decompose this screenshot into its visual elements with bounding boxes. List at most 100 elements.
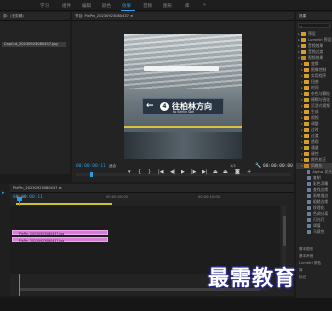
ruler-label: 00:00:05:00	[106, 195, 128, 199]
workspace-bar: 学习 组件 编辑 颜色 效果 音频 图形 库 »	[0, 0, 332, 11]
tab-effects[interactable]: 效果	[122, 3, 131, 9]
go-to-in-icon[interactable]: |◀	[158, 170, 164, 175]
effects-footer: 基本图形基本声音 Lumetri 颜色库标记	[296, 247, 332, 298]
step-back-icon[interactable]: ◀|	[170, 170, 176, 175]
effects-footer-item[interactable]: 标记	[299, 275, 306, 280]
source-panel: 源：(无剪辑) CapCut_20230923080437.jpg	[0, 12, 70, 174]
folder-icon	[304, 110, 309, 114]
watermark: 最需教育	[208, 265, 296, 290]
line-badge: 4	[160, 102, 169, 111]
folder-icon	[301, 56, 306, 60]
tab-editing[interactable]: 编辑	[82, 3, 91, 9]
ruler-label: 00:00:10:00	[198, 195, 220, 199]
folder-icon	[304, 62, 309, 66]
timeline-ruler[interactable]: 00:00 00:00:05:00 00:00:10:00	[10, 195, 294, 203]
effects-search-input[interactable]: ⌕	[298, 23, 330, 29]
folder-icon	[304, 116, 309, 120]
effect-icon	[307, 188, 311, 192]
project-file-row[interactable]: CapCut_20230923080437.jpg	[2, 42, 66, 47]
clip-label: PixPin_20230923080437.jpg	[19, 238, 65, 243]
effects-footer-item[interactable]: 库	[299, 268, 303, 273]
program-timecode[interactable]: 00:00:00:11	[76, 164, 106, 169]
go-to-out-icon[interactable]: ▶|	[202, 170, 208, 175]
tab-libraries[interactable]: 库	[185, 3, 190, 9]
fit-dropdown[interactable]: 适合	[109, 164, 116, 169]
effect-icon	[307, 182, 311, 186]
source-panel-tab[interactable]: 源：(无剪辑)	[3, 14, 24, 19]
folder-icon	[304, 80, 309, 84]
folder-icon	[304, 152, 309, 156]
effect-icon	[307, 194, 311, 198]
project-file-name: CapCut_20230923080437.jpg	[4, 41, 58, 46]
effects-footer-item[interactable]: Lumetri 颜色	[299, 261, 321, 266]
button-editor-icon[interactable]: +	[247, 170, 251, 175]
folder-icon	[304, 86, 309, 90]
effect-icon	[307, 230, 311, 234]
tab-graphics[interactable]: 图形	[163, 3, 172, 9]
effects-footer-item[interactable]: 基本图形	[299, 247, 313, 252]
add-marker-icon[interactable]: ▾	[128, 170, 131, 175]
wrench-icon[interactable]: 🔧	[255, 163, 261, 169]
folder-icon	[304, 146, 309, 150]
extract-icon[interactable]: ⏏	[223, 170, 228, 175]
folder-icon	[304, 104, 309, 108]
source-panel-header: 源：(无剪辑)	[0, 12, 70, 21]
folder-icon	[304, 74, 309, 78]
program-monitor-header: 节目: PixPin_20230923080437 ≡	[72, 12, 294, 21]
timeline-scroll-thumb[interactable]	[282, 216, 286, 246]
folder-icon	[301, 32, 306, 36]
mark-in-icon[interactable]: {	[138, 170, 141, 175]
program-monitor: 节目: PixPin_20230923080437 ≡ ← 4 往柏林方向 to…	[72, 12, 294, 182]
selection-tool-icon[interactable]: ▸	[2, 190, 5, 196]
effect-icon	[307, 212, 311, 216]
search-icon: ⌕	[300, 23, 303, 29]
program-monitor-tab[interactable]: 节目: PixPin_20230923080437 ≡	[75, 14, 133, 19]
effects-panel-header: 效果	[296, 12, 332, 21]
timeline-tab[interactable]: PixPin_20230923080437 ≡	[13, 186, 62, 191]
program-duration: 00:00:00:00	[263, 164, 293, 169]
effects-tree-item[interactable]: 马赛克	[296, 229, 332, 235]
timeline-header: PixPin_20230923080437 ≡	[10, 184, 294, 193]
direction-sign: ← 4 往柏林方向 to Berlin Sbh	[142, 98, 224, 115]
folder-icon	[304, 68, 309, 72]
sign-english-text: to Berlin Sbh	[173, 110, 195, 114]
arrow-left-icon: ←	[146, 101, 154, 111]
platform-edge	[124, 126, 242, 128]
effects-panel-title[interactable]: 效果	[299, 14, 306, 19]
folder-icon	[304, 122, 309, 126]
effect-icon	[307, 200, 311, 204]
folder-icon	[304, 134, 309, 138]
tab-color[interactable]: 颜色	[102, 3, 111, 9]
more-icon[interactable]: »	[203, 2, 206, 8]
folder-icon	[301, 50, 306, 54]
effects-footer-item[interactable]: 基本声音	[299, 254, 313, 259]
scrub-playhead[interactable]	[90, 172, 93, 177]
ceiling-slats	[124, 34, 242, 89]
effect-icon	[307, 218, 311, 222]
clip-v2[interactable]: PixPin_20230923080437.jpg	[12, 230, 108, 236]
tab-audio[interactable]: 音频	[143, 3, 152, 9]
effects-panel: 效果 ⌕ ▸ 预设 ▸ Lumetri 预设 ▸ 音频效果 ▸ 音频过渡 ▾ 视频效果 ▸ 变换 ▸ 图像…	[296, 12, 332, 298]
tab-learn[interactable]: 学习	[40, 3, 49, 9]
tab-assembly[interactable]: 组件	[62, 3, 71, 9]
clip-v1[interactable]: PixPin_20230923080437.jpg	[12, 237, 108, 243]
lift-icon[interactable]: ⏏	[213, 170, 218, 175]
active-tab-indicator	[121, 10, 135, 11]
effects-tree: ▸ 预设 ▸ Lumetri 预设 ▸ 音频效果 ▸ 音频过渡 ▾ 视频效果 ▸ 变换 ▸ 图像控制 ▸ 实用…	[296, 31, 332, 241]
effect-icon	[307, 224, 311, 228]
folder-icon	[304, 158, 309, 162]
folder-icon	[304, 128, 309, 132]
effects-tree-label: 马赛克	[313, 229, 325, 234]
effect-icon	[307, 206, 311, 210]
folder-icon	[304, 98, 309, 102]
playhead-handle[interactable]	[17, 197, 22, 201]
effect-icon	[306, 170, 311, 174]
video-frame[interactable]: ← 4 往柏林方向 to Berlin Sbh	[124, 34, 242, 159]
play-icon[interactable]: ▶	[181, 170, 185, 175]
folder-icon	[304, 164, 309, 168]
work-area-bar[interactable]	[16, 203, 112, 205]
folder-icon	[304, 140, 309, 144]
mark-out-icon[interactable]: }	[148, 170, 151, 175]
step-forward-icon[interactable]: |▶	[191, 170, 197, 175]
export-frame-icon[interactable]: ◙	[235, 170, 240, 175]
